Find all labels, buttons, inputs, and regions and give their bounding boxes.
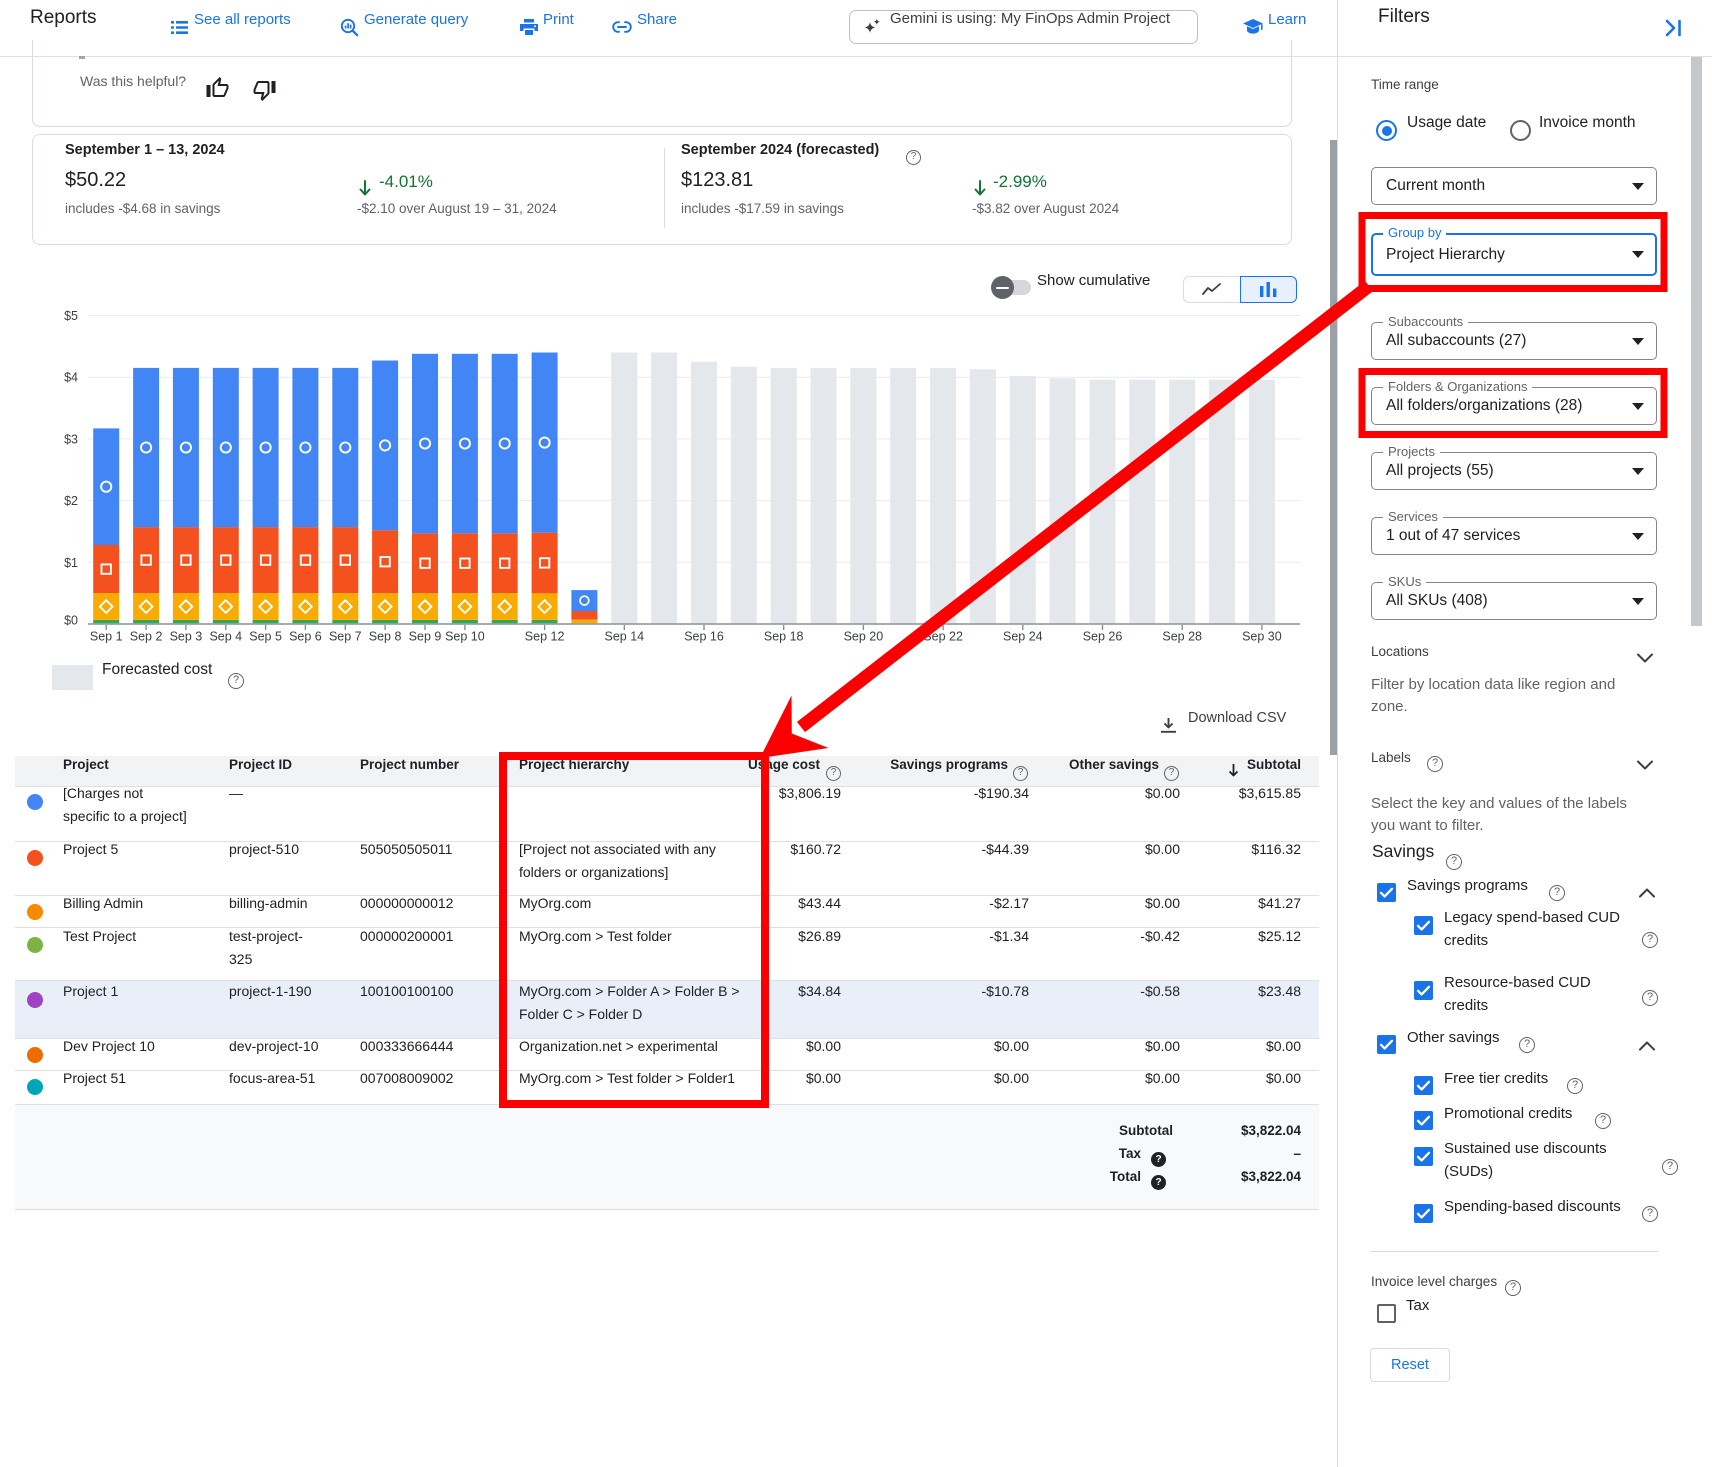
svg-text:Sep 14: Sep 14	[604, 630, 644, 644]
svg-text:$1: $1	[64, 556, 78, 570]
svg-text:Sep 6: Sep 6	[289, 630, 322, 644]
svg-text:Sep 30: Sep 30	[1242, 630, 1282, 644]
svg-text:Sep 18: Sep 18	[764, 630, 804, 644]
svg-text:Sep 9: Sep 9	[409, 630, 442, 644]
svg-text:Sep 8: Sep 8	[369, 630, 402, 644]
svg-text:Sep 12: Sep 12	[525, 630, 565, 644]
svg-text:Sep 22: Sep 22	[923, 630, 963, 644]
svg-text:Sep 3: Sep 3	[170, 630, 203, 644]
svg-text:$2: $2	[64, 494, 78, 508]
svg-text:Sep 26: Sep 26	[1083, 630, 1123, 644]
svg-text:Sep 7: Sep 7	[329, 630, 362, 644]
svg-text:$0: $0	[64, 614, 78, 628]
svg-text:Sep 4: Sep 4	[209, 630, 242, 644]
svg-text:Sep 24: Sep 24	[1003, 630, 1043, 644]
svg-text:Sep 5: Sep 5	[249, 630, 282, 644]
svg-text:Sep 28: Sep 28	[1162, 630, 1202, 644]
svg-text:$4: $4	[64, 371, 78, 385]
svg-text:Sep 1: Sep 1	[90, 630, 123, 644]
svg-text:$3: $3	[64, 432, 78, 446]
svg-text:$5: $5	[64, 309, 78, 323]
svg-text:Sep 16: Sep 16	[684, 630, 724, 644]
svg-text:Sep 20: Sep 20	[844, 630, 884, 644]
svg-text:Sep 10: Sep 10	[445, 630, 485, 644]
svg-text:Sep 2: Sep 2	[130, 630, 163, 644]
